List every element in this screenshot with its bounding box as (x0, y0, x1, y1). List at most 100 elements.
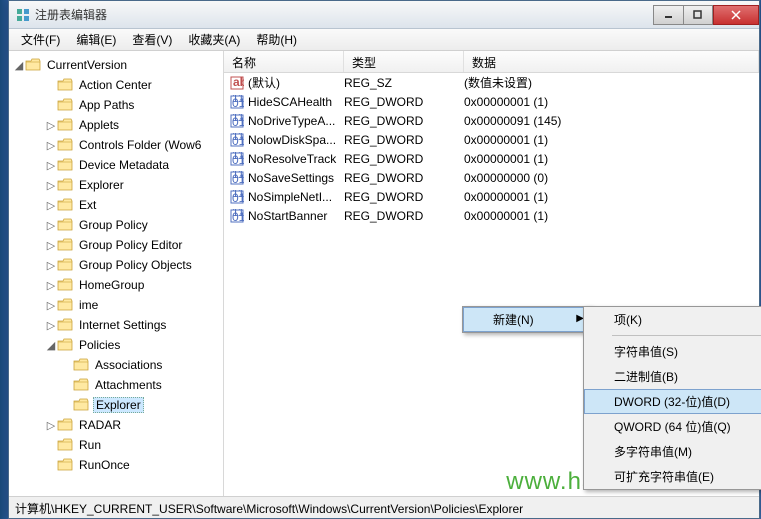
menu-file[interactable]: 文件(F) (13, 29, 68, 50)
expand-icon[interactable]: ▷ (45, 119, 57, 132)
list-row[interactable]: ab(默认)REG_SZ(数值未设置) (224, 73, 759, 92)
expand-icon[interactable]: ▷ (45, 139, 57, 152)
ctx-new[interactable]: 新建(N) ▶ (463, 307, 591, 332)
expand-icon[interactable] (61, 399, 73, 411)
close-button[interactable] (713, 5, 759, 25)
menu-edit[interactable]: 编辑(E) (68, 29, 124, 50)
value-name: HideSCAHealth (248, 95, 332, 109)
expand-icon[interactable]: ▷ (45, 159, 57, 172)
svg-text:011: 011 (232, 153, 244, 166)
expand-icon[interactable]: ▷ (45, 419, 57, 432)
expand-icon[interactable]: ▷ (45, 299, 57, 312)
menu-favorites[interactable]: 收藏夹(A) (180, 29, 248, 50)
context-menu[interactable]: 新建(N) ▶ 项(K)字符串值(S)二进制值(B)DWORD (32-位)值(… (462, 306, 592, 333)
col-header-type[interactable]: 类型 (344, 51, 464, 72)
list-row[interactable]: 110011HideSCAHealthREG_DWORD0x00000001 (… (224, 92, 759, 111)
col-header-data[interactable]: 数据 (464, 51, 759, 72)
ctx-sub-item[interactable]: QWORD (64 位)值(Q) (584, 414, 761, 439)
folder-icon (57, 198, 73, 212)
tree-panel[interactable]: ◢CurrentVersion Action Center App Paths▷… (9, 51, 224, 496)
tree-label: Group Policy Editor (77, 238, 184, 252)
tree-label: Applets (77, 118, 121, 132)
tree-label: HomeGroup (77, 278, 146, 292)
expand-icon[interactable] (61, 359, 73, 371)
list-panel[interactable]: 名称 类型 数据 ab(默认)REG_SZ(数值未设置)110011HideSC… (224, 51, 759, 496)
expand-icon[interactable]: ◢ (45, 339, 57, 352)
titlebar[interactable]: 注册表编辑器 (9, 1, 759, 29)
folder-icon (57, 178, 73, 192)
expand-icon[interactable]: ▷ (45, 239, 57, 252)
tree-item[interactable]: ▷ Applets (9, 115, 223, 135)
expand-icon[interactable]: ▷ (45, 279, 57, 292)
reg-value-icon: 110011 (230, 171, 244, 185)
tree-label: Ext (77, 198, 98, 212)
folder-icon (57, 98, 73, 112)
reg-value-icon: 110011 (230, 152, 244, 166)
tree-item[interactable]: ▷Device Metadata (9, 155, 223, 175)
tree-item[interactable]: ▷ Group Policy (9, 215, 223, 235)
value-type: REG_SZ (344, 76, 464, 90)
ctx-sub-item[interactable]: 项(K) (584, 307, 761, 332)
window-title: 注册表编辑器 (35, 6, 653, 23)
expand-icon[interactable]: ▷ (45, 319, 57, 332)
collapse-icon[interactable]: ◢ (13, 59, 25, 72)
list-row[interactable]: 110011NoResolveTrackREG_DWORD0x00000001 … (224, 149, 759, 168)
tree-item[interactable]: Run (9, 435, 223, 455)
ctx-sub-item[interactable]: 字符串值(S) (584, 339, 761, 364)
tree-item[interactable]: ▷RADAR (9, 415, 223, 435)
tree-item[interactable]: ▷ime (9, 295, 223, 315)
tree-item[interactable]: App Paths (9, 95, 223, 115)
list-row[interactable]: 110011NoStartBannerREG_DWORD0x00000001 (… (224, 206, 759, 225)
list-row[interactable]: 110011NoSimpleNetI...REG_DWORD0x00000001… (224, 187, 759, 206)
folder-icon (57, 278, 73, 292)
tree-item[interactable]: Explorer (9, 395, 223, 415)
value-name: NoStartBanner (248, 209, 327, 223)
tree-item[interactable]: ▷ Ext (9, 195, 223, 215)
tree-item[interactable]: ▷Group Policy Objects (9, 255, 223, 275)
minimize-button[interactable] (653, 5, 683, 25)
value-data: 0x00000001 (1) (464, 152, 759, 166)
tree-item[interactable]: Action Center (9, 75, 223, 95)
context-submenu[interactable]: 项(K) 字符串值(S)二进制值(B)DWORD (32-位)值(D)QWORD … (583, 306, 761, 490)
desktop-edge (0, 0, 8, 519)
ctx-sub-item[interactable]: 可扩充字符串值(E) (584, 464, 761, 489)
ctx-sub-item[interactable]: 多字符串值(M) (584, 439, 761, 464)
value-name: NoDriveTypeA... (248, 114, 335, 128)
expand-icon[interactable]: ▷ (45, 179, 57, 192)
reg-value-icon: 110011 (230, 95, 244, 109)
expand-icon[interactable]: ▷ (45, 259, 57, 272)
expand-icon[interactable] (45, 439, 57, 451)
expand-icon[interactable]: ▷ (45, 199, 57, 212)
tree-item[interactable]: ▷ HomeGroup (9, 275, 223, 295)
tree-item[interactable]: ◢Policies (9, 335, 223, 355)
col-header-name[interactable]: 名称 (224, 51, 344, 72)
ctx-sub-item[interactable]: DWORD (32-位)值(D) (584, 389, 761, 414)
reg-value-icon: 110011 (230, 114, 244, 128)
ctx-new-label: 新建(N) (493, 313, 534, 327)
menu-view[interactable]: 查看(V) (124, 29, 180, 50)
expand-icon[interactable]: ▷ (45, 219, 57, 232)
tree-item[interactable]: ▷Internet Settings (9, 315, 223, 335)
value-name: NoSaveSettings (248, 171, 334, 185)
value-name: (默认) (248, 74, 280, 91)
expand-icon[interactable] (45, 99, 57, 111)
svg-text:011: 011 (232, 134, 244, 147)
tree-root[interactable]: ◢CurrentVersion (9, 55, 223, 75)
tree-item[interactable]: ▷Explorer (9, 175, 223, 195)
tree-label: Group Policy (77, 218, 150, 232)
list-row[interactable]: 110011NoSaveSettingsREG_DWORD0x00000000 … (224, 168, 759, 187)
maximize-button[interactable] (683, 5, 713, 25)
tree-item[interactable]: RunOnce (9, 455, 223, 475)
ctx-sub-item[interactable]: 二进制值(B) (584, 364, 761, 389)
tree-item[interactable]: ▷ Group Policy Editor (9, 235, 223, 255)
tree-item[interactable]: ▷ Controls Folder (Wow6 (9, 135, 223, 155)
expand-icon[interactable] (45, 79, 57, 91)
list-row[interactable]: 110011NolowDiskSpa...REG_DWORD0x00000001… (224, 130, 759, 149)
expand-icon[interactable] (61, 379, 73, 391)
tree-label: Controls Folder (Wow6 (77, 138, 203, 152)
list-row[interactable]: 110011NoDriveTypeA...REG_DWORD0x00000091… (224, 111, 759, 130)
tree-item[interactable]: Associations (9, 355, 223, 375)
tree-item[interactable]: Attachments (9, 375, 223, 395)
menu-help[interactable]: 帮助(H) (248, 29, 305, 50)
expand-icon[interactable] (45, 459, 57, 471)
